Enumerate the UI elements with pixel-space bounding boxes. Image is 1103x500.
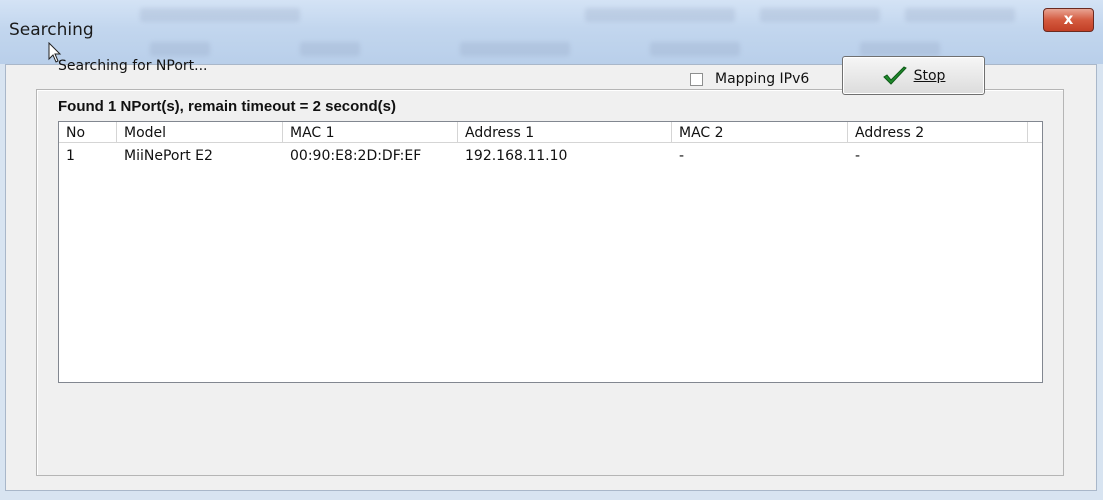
checkmark-icon	[882, 65, 907, 85]
checkbox-box[interactable]	[690, 72, 703, 86]
window-title: Searching	[9, 20, 94, 40]
search-status-text: Searching for NPort...	[58, 58, 208, 74]
table-row[interactable]: 1 MiiNePort E2 00:90:E8:2D:DF:EF 192.168…	[59, 146, 1042, 166]
title-bar: Searching x	[0, 0, 1103, 64]
found-summary-text: Found 1 NPort(s), remain timeout = 2 sec…	[58, 98, 396, 115]
mapping-ipv6-label: Mapping IPv6	[715, 71, 810, 87]
column-header-mac2[interactable]: MAC 2	[672, 122, 848, 143]
column-header-address2[interactable]: Address 2	[848, 122, 1028, 143]
column-header-address1[interactable]: Address 1	[458, 122, 672, 143]
stop-button[interactable]: Stop	[842, 56, 985, 95]
nport-list[interactable]: No Model MAC 1 Address 1 MAC 2 Address 2…	[58, 121, 1043, 383]
close-icon: x	[1063, 10, 1074, 28]
column-header-filler	[1028, 122, 1042, 143]
column-header-model[interactable]: Model	[117, 122, 283, 143]
cell-no: 1	[66, 148, 75, 164]
cell-mac2: -	[679, 148, 685, 164]
cell-mac1: 00:90:E8:2D:DF:EF	[290, 148, 422, 164]
column-header-no[interactable]: No	[59, 122, 117, 143]
column-header-mac1[interactable]: MAC 1	[283, 122, 458, 143]
cell-address2: -	[855, 148, 861, 164]
close-button[interactable]: x	[1043, 8, 1094, 32]
cell-address1: 192.168.11.10	[465, 148, 568, 164]
list-header: No Model MAC 1 Address 1 MAC 2 Address 2	[59, 122, 1042, 144]
stop-button-label: Stop	[913, 67, 946, 84]
mapping-ipv6-checkbox[interactable]: Mapping IPv6	[690, 71, 809, 87]
cell-model: MiiNePort E2	[124, 148, 213, 164]
